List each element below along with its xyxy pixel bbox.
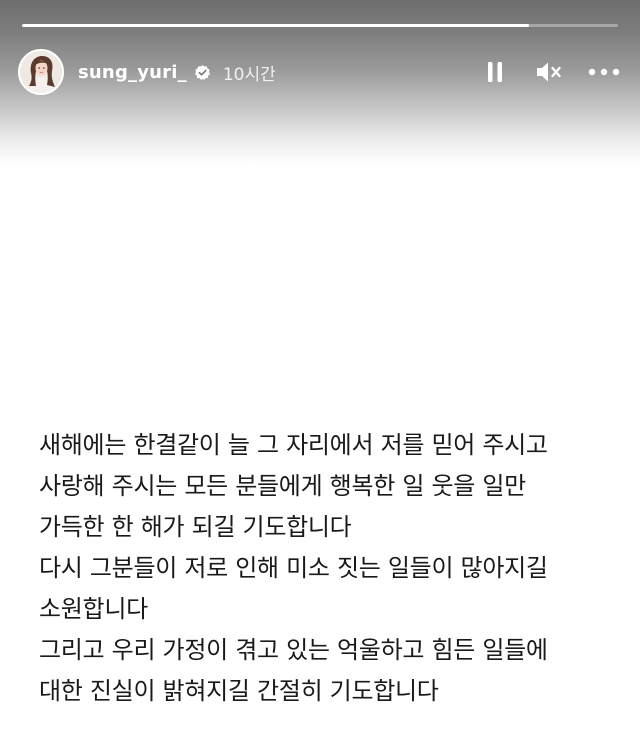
story-caption: 새해에는 한결같이 늘 그 자리에서 저를 믿어 주시고 사랑해 주시는 모든 … [39,425,619,712]
avatar[interactable] [18,49,64,95]
username[interactable]: sung_yuri_ [78,62,187,83]
story-header: sung_yuri_ 10시간 [18,48,622,96]
caption-line: 대한 진실이 밝혀지길 간절히 기도합니다 [39,677,439,705]
pause-icon[interactable] [482,59,508,85]
caption-line: 그리고 우리 가정이 겪고 있는 억울하고 힘든 일들에 [39,636,548,664]
story-progress-fill [22,24,529,27]
verified-badge-icon [194,64,211,81]
caption-line: 소원합니다 [39,595,148,623]
caption-line: 사랑해 주시는 모든 분들에게 행복한 일 웃을 일만 [39,472,526,500]
posted-time: 10시간 [222,64,276,85]
caption-line: 가득한 한 해가 되길 기도합니다 [39,513,352,541]
caption-line: 다시 그분들이 저로 인해 미소 짓는 일들이 많아지길 [39,554,548,582]
story-progress-bar [22,24,618,27]
avatar-image [20,51,62,93]
more-options-icon[interactable] [586,59,622,85]
caption-line: 새해에는 한결같이 늘 그 자리에서 저를 믿어 주시고 [39,431,548,459]
story-viewer[interactable]: sung_yuri_ 10시간 새해에는 한결같이 늘 그 자리에서 저를 믿어… [0,0,640,733]
speaker-muted-icon[interactable] [534,59,564,85]
story-controls [482,59,622,85]
